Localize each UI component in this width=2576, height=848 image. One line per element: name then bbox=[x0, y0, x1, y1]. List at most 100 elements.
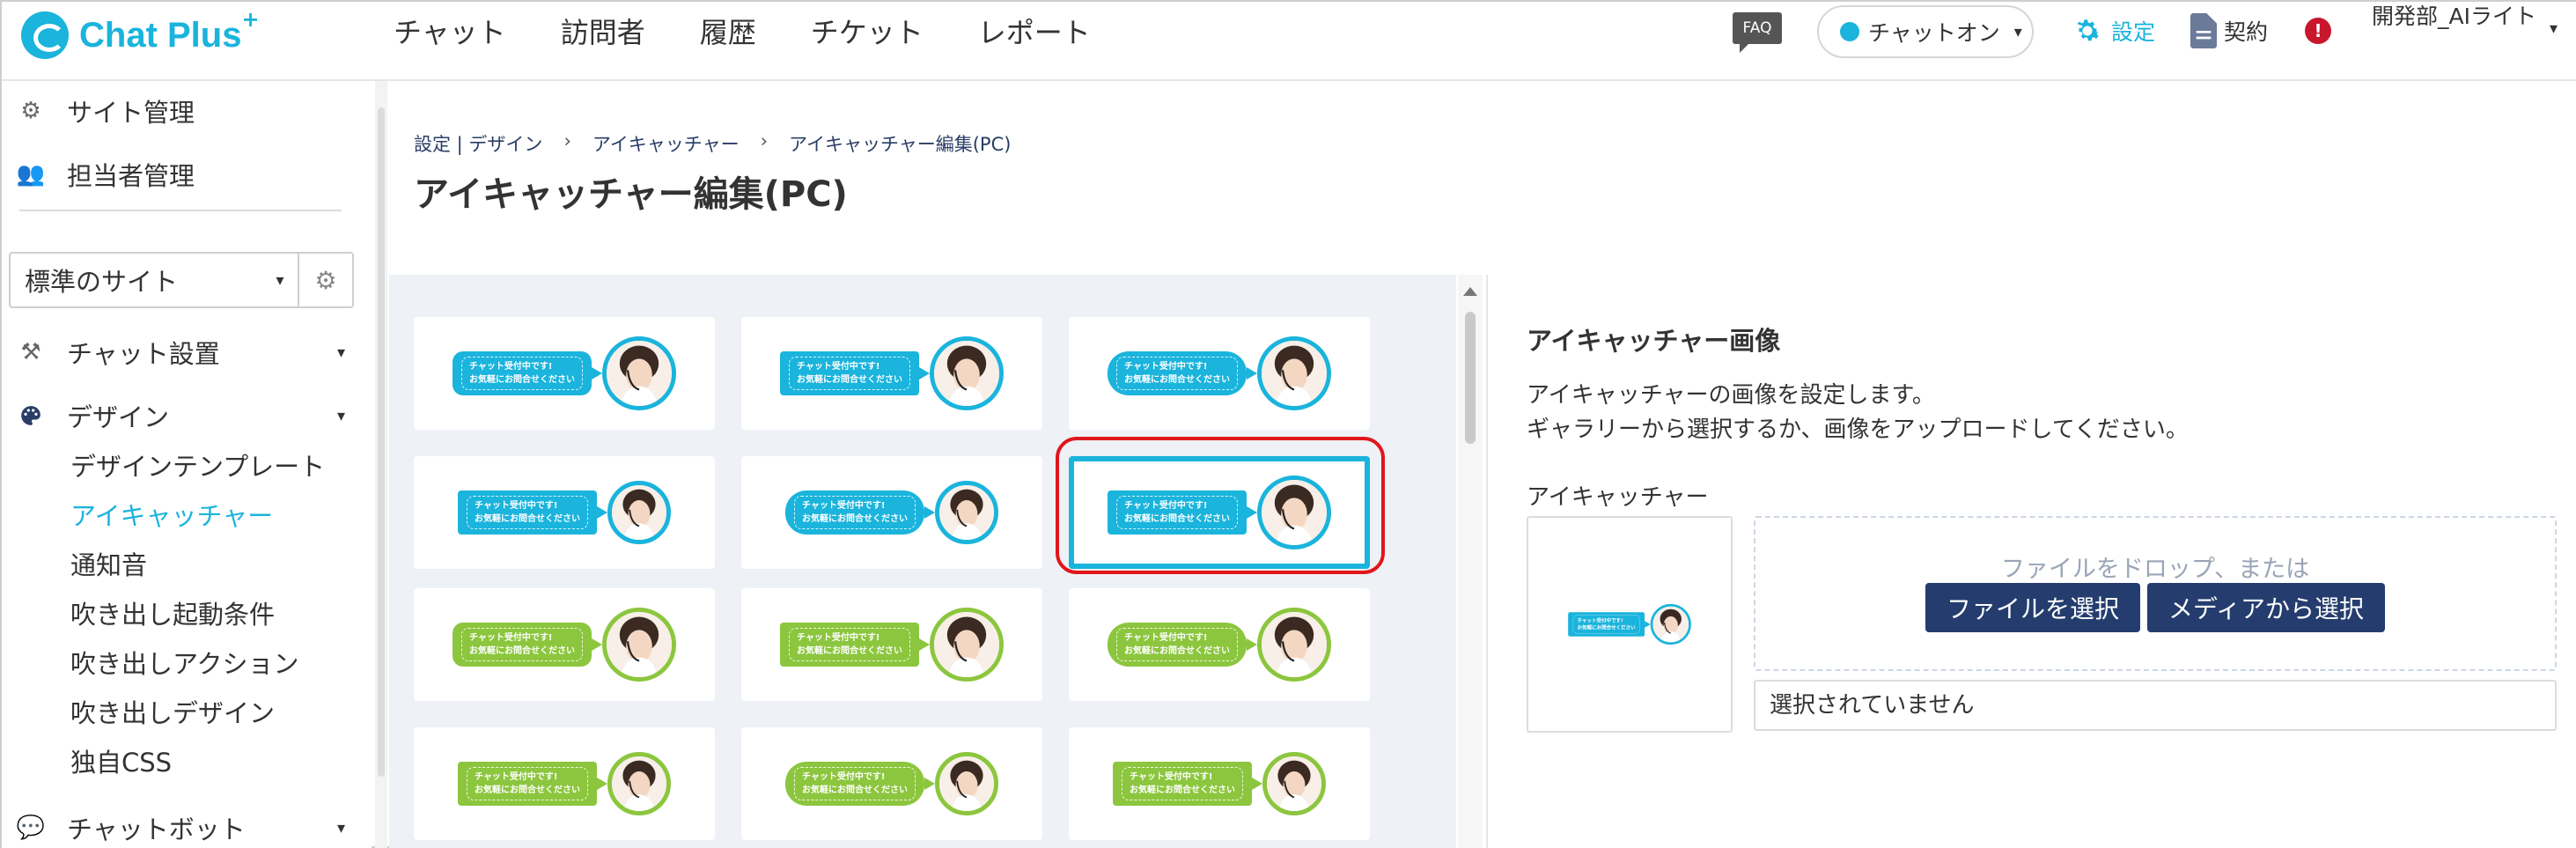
eyecatcher-option[interactable]: チャット受付中です! お気軽にお問合せください bbox=[741, 588, 1042, 701]
bubble-tail bbox=[1247, 367, 1257, 380]
bubble-line-2: お気軽にお問合せください bbox=[797, 375, 902, 385]
operator-avatar bbox=[1262, 752, 1326, 815]
bubble-line-1: チャット受付中です! bbox=[1124, 501, 1208, 511]
field-label: アイキャッチャー bbox=[1527, 484, 1709, 511]
eyecatcher-bubble: チャット受付中です! お気軽にお問合せください bbox=[1108, 351, 1247, 395]
eyecatcher-option[interactable]: チャット受付中です! お気軽にお問合せください bbox=[1069, 317, 1370, 430]
palette-icon bbox=[21, 406, 40, 425]
sidebar-item-design-template[interactable]: デザインテンプレート bbox=[70, 449, 325, 484]
sidebar-item-bubble-action[interactable]: 吹き出しアクション bbox=[70, 646, 299, 682]
eyecatcher-option[interactable]: チャット受付中です! お気軽にお問合せください bbox=[1069, 727, 1370, 840]
operator-avatar bbox=[1257, 476, 1331, 549]
scrollbar-thumb[interactable] bbox=[378, 107, 385, 777]
bubble-tail bbox=[1252, 778, 1262, 790]
select-from-media-button[interactable]: メディアから選択 bbox=[2146, 583, 2386, 632]
settings-link[interactable]: 設定 bbox=[2071, 11, 2155, 51]
eyecatcher-option[interactable]: チャット受付中です! お気軽にお問合せください bbox=[414, 727, 715, 840]
bubble-tail bbox=[924, 506, 935, 519]
operator-face-icon bbox=[1267, 756, 1321, 811]
eyecatcher-option[interactable]: チャット受付中です! お気軽にお問合せください bbox=[1069, 588, 1370, 701]
user-menu[interactable]: 開発部_AIライト bbox=[2372, 2, 2548, 32]
divider bbox=[19, 210, 342, 211]
divider bbox=[1486, 275, 1488, 848]
operator-face-icon bbox=[1652, 606, 1689, 643]
chat-status-dropdown[interactable]: チャットオン ▾ bbox=[1817, 5, 2034, 58]
eyecatcher-bubble: チャット受付中です! お気軽にお問合せください bbox=[453, 351, 592, 395]
bubble-tail bbox=[1247, 506, 1257, 519]
eyecatcher-bubble: チャット受付中です! お気軽にお問合せください bbox=[780, 623, 919, 667]
eyecatcher-option[interactable]: チャット受付中です! お気軽にお問合せください bbox=[741, 727, 1042, 840]
sidebar-group-chat-settings[interactable]: ⚒ チャット設置 ▾ bbox=[19, 333, 345, 372]
sidebar-group-design[interactable]: デザイン ▾ bbox=[19, 396, 345, 435]
select-file-button[interactable]: ファイルを選択 bbox=[1925, 583, 2140, 632]
eyecatcher-option[interactable]: チャット受付中です! お気軽にお問合せください bbox=[414, 317, 715, 430]
operator-avatar bbox=[935, 481, 998, 544]
chat-status-label: チャットオン bbox=[1868, 20, 2000, 46]
eyecatcher-settings-panel: アイキャッチャー画像 アイキャッチャーの画像を設定します。 ギャラリーから選択す… bbox=[1527, 275, 2565, 848]
bubble-text: チャット受付中です! お気軽にお問合せください bbox=[467, 767, 588, 800]
sidebar-item-label: 担当者管理 bbox=[67, 161, 195, 191]
scroll-up-arrow-icon[interactable] bbox=[1463, 287, 1477, 296]
bubble-line-1: チャット受付中です! bbox=[469, 362, 553, 372]
alert-icon[interactable]: ! bbox=[2305, 18, 2331, 44]
bubble-text: チャット受付中です! お気軽にお問合せください bbox=[794, 496, 916, 529]
sidebar-item-site-admin[interactable]: ⚙ サイト管理 bbox=[19, 92, 195, 130]
sidebar-item-notification-sound[interactable]: 通知音 bbox=[70, 548, 147, 583]
nav-tickets[interactable]: チケット bbox=[811, 11, 924, 51]
bubble-tail bbox=[592, 367, 602, 380]
eyecatcher-bubble: チャット受付中です! お気軽にお問合せください bbox=[785, 762, 924, 806]
eyecatcher-bubble: チャット受付中です! お気軽にお問合せください bbox=[1113, 762, 1252, 806]
eyecatcher-bubble: チャット受付中です! お気軽にお問合せください bbox=[785, 490, 924, 535]
faq-button[interactable]: FAQ bbox=[1733, 12, 1782, 53]
bubble-text: チャット受付中です! お気軽にお問合せください bbox=[1572, 615, 1640, 634]
logo[interactable]: Chat Plus + bbox=[21, 7, 260, 62]
eyecatcher-option[interactable]: チャット受付中です! お気軽にお問合せください bbox=[414, 588, 715, 701]
bubble-line-1: チャット受付中です! bbox=[802, 501, 886, 511]
contract-link[interactable]: 契約 bbox=[2190, 11, 2268, 51]
bubble-text: チャット受付中です! お気軽にお問合せください bbox=[789, 628, 910, 661]
bubble-line-2: お気軽にお問合せください bbox=[475, 785, 580, 795]
breadcrumb-settings-design[interactable]: 設定 | デザイン bbox=[414, 130, 542, 157]
site-select[interactable]: 標準のサイト ▾ ⚙ bbox=[9, 252, 354, 308]
breadcrumb-eyecatcher[interactable]: アイキャッチャー bbox=[592, 130, 740, 157]
chatplus-logo-icon bbox=[21, 11, 69, 59]
eyecatcher-option[interactable]: チャット受付中です! お気軽にお問合せください bbox=[741, 317, 1042, 430]
bubble-tail bbox=[592, 638, 602, 651]
sidebar-item-bubble-trigger[interactable]: 吹き出し起動条件 bbox=[70, 597, 275, 632]
sidebar-item-custom-css[interactable]: 独自CSS bbox=[70, 745, 172, 780]
bubble-line-1: チャット受付中です! bbox=[1130, 772, 1213, 782]
sidebar-item-staff-admin[interactable]: 👥 担当者管理 bbox=[17, 155, 195, 194]
bubble-line-2: お気軽にお問合せください bbox=[469, 375, 575, 385]
nav-history[interactable]: 履歴 bbox=[700, 11, 756, 51]
eyecatcher-option[interactable]: チャット受付中です! お気軽にお問合せください bbox=[741, 456, 1042, 569]
nav-chat[interactable]: チャット bbox=[394, 11, 506, 51]
top-nav: チャット 訪問者 履歴 チケット レポート bbox=[394, 2, 1091, 60]
eyecatcher-option[interactable]: チャット受付中です! お気軽にお問合せください bbox=[414, 456, 715, 569]
bubble-text: チャット受付中です! お気軽にお問合せください bbox=[1116, 628, 1238, 661]
bubble-line-1: チャット受付中です! bbox=[797, 362, 880, 372]
sidebar-item-label: サイト管理 bbox=[67, 98, 195, 128]
operator-avatar bbox=[935, 752, 998, 815]
bubble-line-1: チャット受付中です! bbox=[797, 633, 880, 643]
document-icon bbox=[2190, 13, 2217, 48]
nav-reports[interactable]: レポート bbox=[978, 11, 1091, 51]
bubble-line-1: チャット受付中です! bbox=[802, 772, 886, 782]
bubble-line-2: お気軽にお問合せください bbox=[1577, 625, 1636, 631]
sidebar-scrollbar[interactable] bbox=[375, 81, 387, 848]
breadcrumb-separator: › bbox=[563, 130, 571, 151]
sidebar-item-eyecatcher[interactable]: アイキャッチャー bbox=[70, 498, 273, 534]
sidebar-item-bubble-design[interactable]: 吹き出しデザイン bbox=[70, 696, 275, 731]
sidebar-group-chatbot[interactable]: 💬 チャットボット ▾ bbox=[17, 808, 345, 847]
chevron-down-icon: ▾ bbox=[336, 818, 345, 837]
bubble-text: チャット受付中です! お気軽にお問合せください bbox=[461, 357, 583, 390]
scrollbar-thumb[interactable] bbox=[1465, 312, 1476, 444]
nav-visitors[interactable]: 訪問者 bbox=[561, 11, 645, 51]
eyecatcher-bubble: チャット受付中です! お気軽にお問合せください bbox=[458, 490, 597, 535]
eyecatcher-bubble: チャット受付中です! お気軽にお問合せください bbox=[458, 762, 597, 806]
bubble-tail bbox=[919, 367, 930, 380]
file-drop-zone[interactable]: ファイルをドロップ、または ファイルを選択 メディアから選択 bbox=[1754, 516, 2557, 671]
gallery-scrollbar[interactable] bbox=[1458, 275, 1483, 848]
operator-face-icon bbox=[612, 485, 666, 540]
site-settings-gear-icon[interactable]: ⚙ bbox=[298, 254, 352, 306]
eyecatcher-option[interactable]: チャット受付中です! お気軽にお問合せください bbox=[1069, 456, 1370, 569]
